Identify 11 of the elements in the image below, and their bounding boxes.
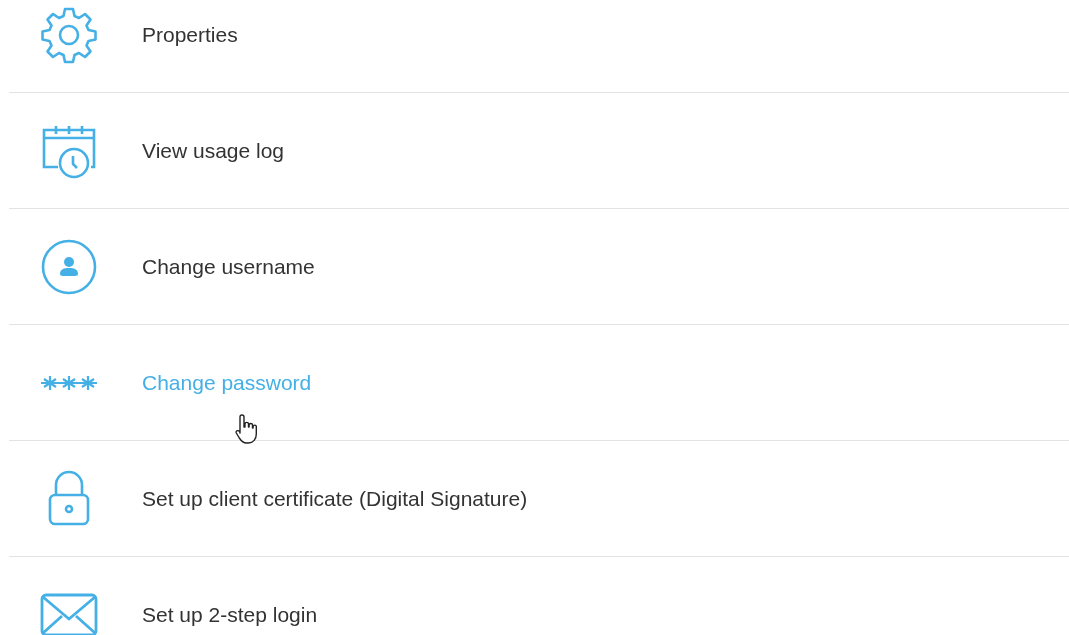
menu-link[interactable]: Properties	[142, 22, 238, 46]
menu-link[interactable]: Set up 2-step login	[142, 603, 318, 627]
hand-cursor-icon	[234, 412, 260, 445]
padlock-icon	[46, 469, 91, 528]
user-circle-icon	[39, 237, 98, 296]
gear-icon	[39, 5, 98, 64]
envelope-icon	[39, 593, 98, 635]
menu-link[interactable]: View usage log	[142, 138, 285, 162]
asterisks-icon	[40, 373, 97, 392]
menu-link[interactable]: Set up client certificate (Digital Signature)	[142, 486, 528, 510]
menu-link[interactable]: Change username	[142, 254, 315, 278]
